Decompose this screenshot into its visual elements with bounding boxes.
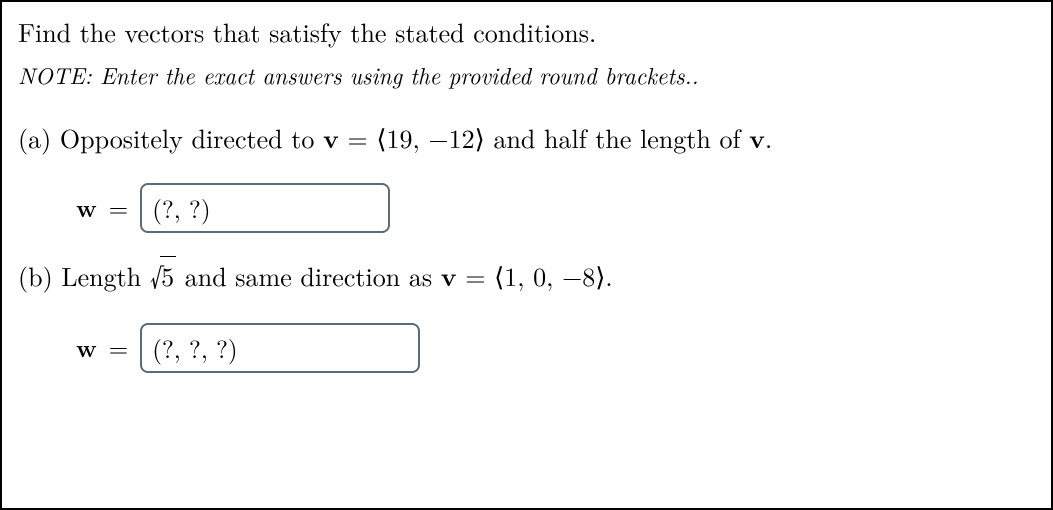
w-eq-a: = [109, 191, 128, 225]
part-b-eq: = [457, 257, 495, 294]
problem-title: Find the vectors that satisfy the stated… [18, 14, 1035, 49]
w-label-a: w [76, 191, 97, 225]
problem-box: Find the vectors that satisfy the stated… [0, 0, 1053, 510]
sqrt-5: √5 [150, 257, 176, 295]
part-b-text1: Length [61, 257, 149, 294]
part-b-input[interactable] [140, 323, 420, 373]
part-a-answer-row: w = [76, 183, 1035, 233]
vector-v-b: v [441, 257, 457, 294]
vector-v2: v [749, 119, 765, 156]
part-b-answer-row: w = [76, 323, 1035, 373]
part-a-period: . [765, 119, 772, 156]
problem-note: NOTE: Enter the exact answers using the … [18, 59, 1035, 90]
part-b-vector: ⟨1, 0, −8⟩ [494, 257, 605, 294]
part-a-text1: Oppositely directed to [60, 119, 323, 156]
part-a-text2: and half the length of [485, 119, 749, 156]
part-a: (a) Oppositely directed to v = ⟨19, −12⟩… [18, 120, 1035, 233]
part-a-input[interactable] [140, 183, 390, 233]
part-a-label: (a) [18, 119, 51, 156]
part-b-text2: and same direction as [176, 257, 441, 294]
part-b-text: (b) Length √5 and same direction as v = … [18, 257, 1035, 295]
radicand: 5 [160, 256, 176, 294]
part-b-period: . [605, 257, 612, 294]
part-a-vector: ⟨19, −12⟩ [376, 119, 484, 156]
part-a-eq: = [339, 119, 377, 156]
part-b: (b) Length √5 and same direction as v = … [18, 257, 1035, 373]
w-label-b: w [76, 331, 97, 365]
vector-v: v [323, 119, 339, 156]
w-eq-b: = [109, 331, 128, 365]
part-b-label: (b) [18, 257, 53, 294]
part-a-text: (a) Oppositely directed to v = ⟨19, −12⟩… [18, 120, 1035, 155]
